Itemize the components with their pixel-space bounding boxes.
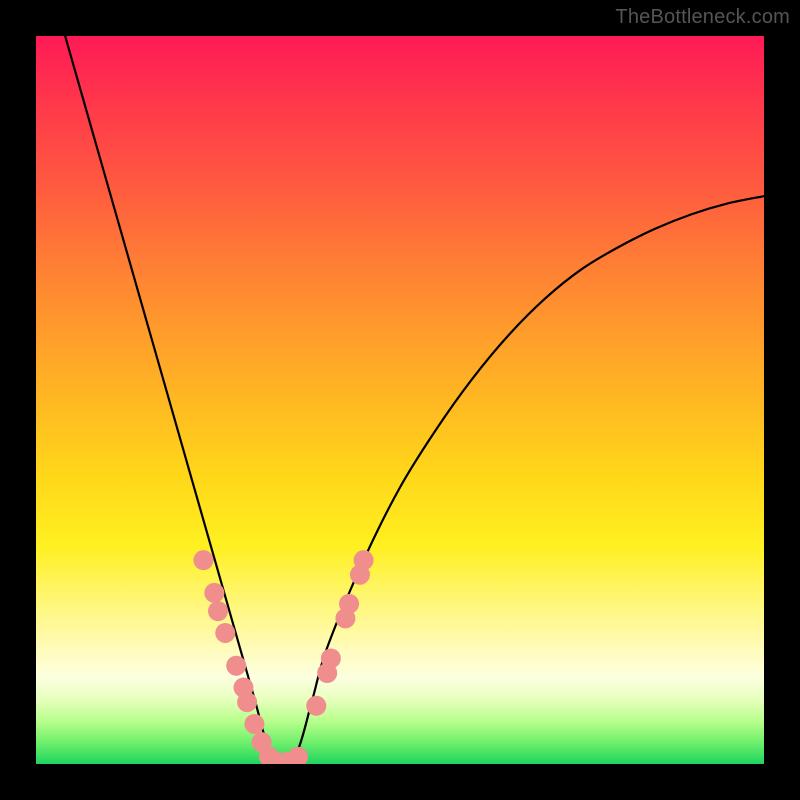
chart-frame: TheBottleneck.com bbox=[0, 0, 800, 800]
plot-area bbox=[36, 36, 764, 764]
data-marker bbox=[237, 692, 257, 712]
data-marker bbox=[215, 623, 235, 643]
data-marker bbox=[208, 601, 228, 621]
watermark-text: TheBottleneck.com bbox=[615, 6, 790, 29]
data-marker bbox=[306, 696, 326, 716]
chart-svg bbox=[36, 36, 764, 764]
data-marker bbox=[288, 747, 308, 764]
bottleneck-curve bbox=[65, 36, 764, 764]
data-marker bbox=[204, 583, 224, 603]
data-marker bbox=[321, 648, 341, 668]
data-marker bbox=[193, 550, 213, 570]
data-marker bbox=[226, 656, 246, 676]
data-marker bbox=[339, 594, 359, 614]
data-marker bbox=[244, 714, 264, 734]
data-marker bbox=[354, 550, 374, 570]
